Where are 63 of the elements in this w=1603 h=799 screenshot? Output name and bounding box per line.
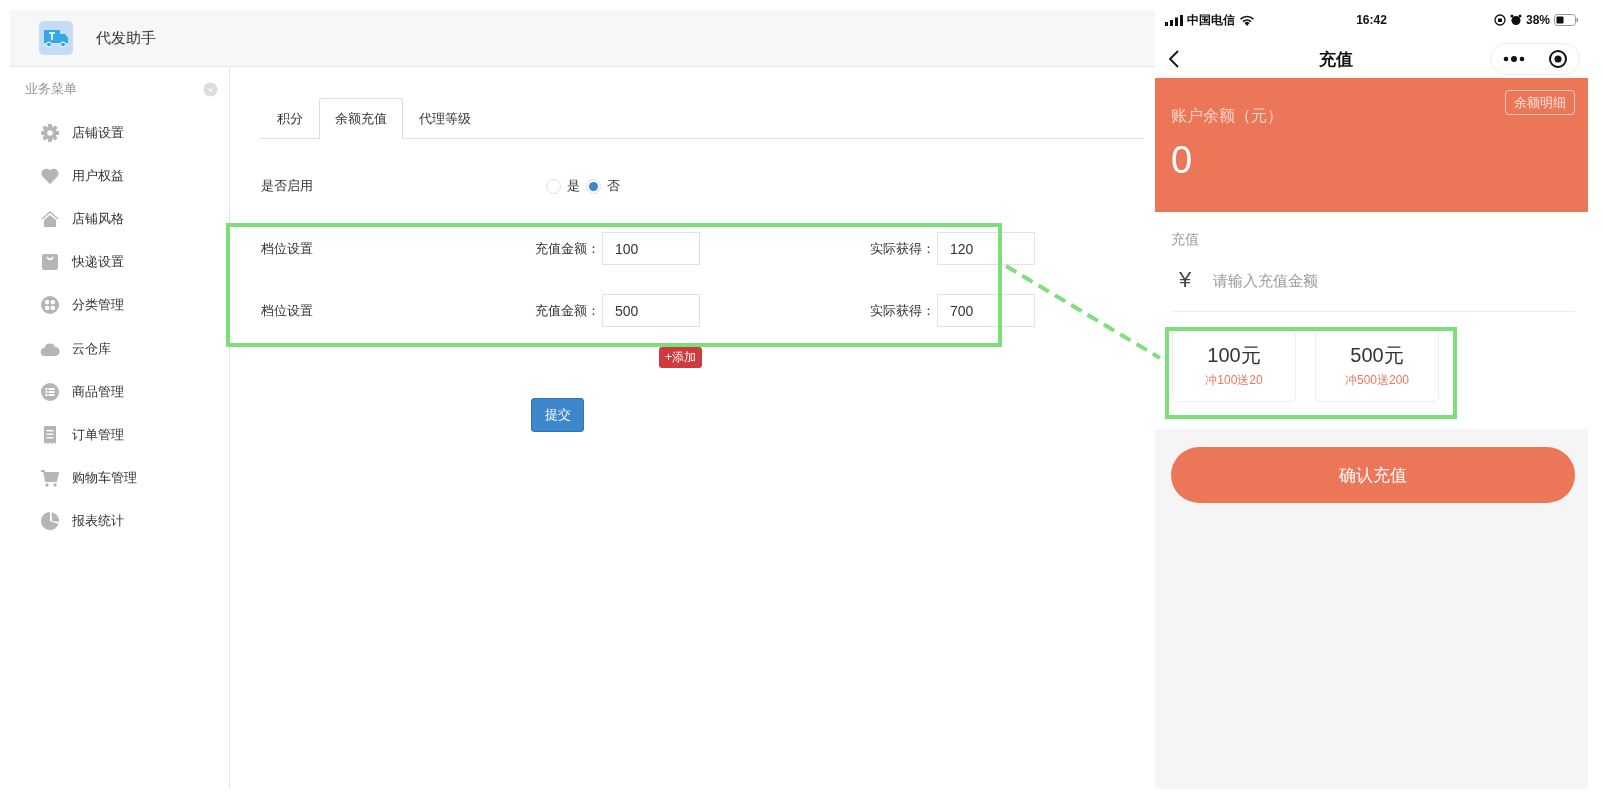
sidebar-item[interactable]: 购物车管理 [25, 456, 229, 500]
capsule-menu[interactable] [1490, 43, 1580, 75]
radio-label: 否 [607, 177, 620, 195]
battery-percent: 38% [1525, 13, 1550, 27]
input-field[interactable]: 500 [602, 294, 700, 327]
carrier-name: 中国电信 [1187, 11, 1235, 29]
preset-bonus: 冲100送20 [1205, 371, 1263, 389]
tab[interactable]: 积分 [261, 98, 319, 138]
sidebar-item[interactable]: 报表统计 [25, 499, 229, 543]
pie-chart-icon [40, 511, 60, 532]
radio-button[interactable] [586, 178, 601, 194]
balance-label: 账户余额（元） [1171, 106, 1283, 126]
gear-icon [40, 122, 60, 143]
menu-heading: 业务菜单 [25, 80, 77, 98]
page-title: 充值 [1318, 48, 1353, 71]
field-label: 是否启用 [261, 177, 314, 195]
sidebar-item[interactable]: 店铺风格 [25, 197, 229, 241]
tab[interactable]: 代理等级 [403, 98, 487, 138]
grid-icon [40, 295, 60, 316]
preset-amount: 500元 [1350, 342, 1404, 368]
field-label: 档位设置 [261, 301, 314, 320]
back-icon[interactable] [1167, 49, 1181, 69]
field-label: 充值金额： [535, 239, 600, 258]
field-label: 实际获得： [870, 239, 935, 258]
preset-bonus: 冲500送200 [1344, 371, 1409, 389]
radio-button[interactable] [546, 178, 561, 194]
sidebar-item[interactable]: 分类管理 [25, 283, 229, 327]
radio-label: 是 [567, 177, 580, 195]
list-icon [40, 381, 60, 402]
input-field[interactable]: 700 [937, 294, 1035, 327]
preset-amount: 100元 [1207, 342, 1261, 368]
preset-card[interactable]: 500元 冲500送200 [1315, 328, 1439, 402]
app-title: 代发助手 [96, 28, 156, 48]
sidebar-item[interactable]: 店铺设置 [25, 111, 229, 155]
cart-icon [40, 468, 60, 489]
sidebar-item[interactable]: 云仓库 [25, 326, 229, 371]
truck-logo-icon [39, 21, 73, 55]
sidebar-item[interactable]: 商品管理 [25, 370, 229, 414]
house-icon [40, 208, 60, 229]
tab[interactable]: 余额充值 [319, 98, 403, 139]
sidebar-item[interactable]: 订单管理 [25, 413, 229, 457]
input-field[interactable]: 120 [937, 232, 1035, 265]
submit-button[interactable]: 提交 [531, 398, 584, 432]
battery-icon [1554, 14, 1578, 26]
balance-value: 0 [1171, 139, 1194, 182]
field-label: 实际获得： [870, 301, 935, 320]
status-time: 16:42 [1356, 13, 1387, 27]
preset-card[interactable]: 100元 冲100送20 [1172, 328, 1296, 402]
rotation-lock-icon [1493, 14, 1506, 26]
field-label: 档位设置 [261, 239, 314, 258]
bag-icon [40, 252, 60, 273]
amount-input-field[interactable]: 请输入充值金额 [1213, 271, 1575, 289]
alarm-icon [1509, 14, 1522, 26]
sidebar-item[interactable]: 快递设置 [25, 240, 229, 284]
signal-icon [1165, 14, 1183, 26]
wifi-icon [1239, 14, 1255, 26]
currency-symbol: ¥ [1179, 267, 1193, 293]
input-field[interactable]: 100 [602, 232, 700, 265]
section-label: 充值 [1171, 231, 1199, 247]
field-label: 充值金额： [535, 301, 600, 320]
more-icon[interactable] [1502, 55, 1525, 63]
add-button[interactable]: +添加 [659, 347, 702, 368]
sidebar-item[interactable]: 用户权益 [25, 154, 229, 198]
